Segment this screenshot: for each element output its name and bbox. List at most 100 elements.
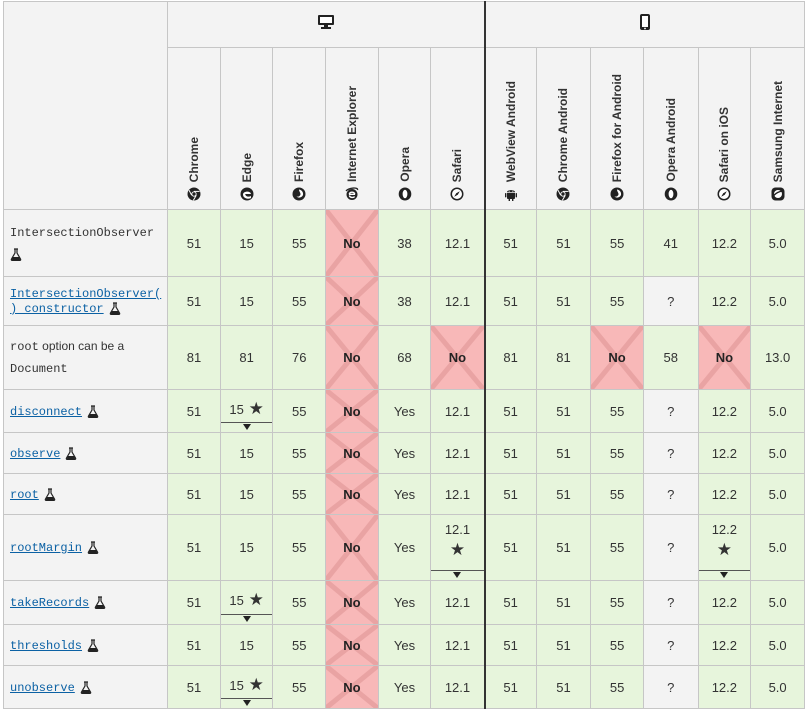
- support-cell-opera-android: 41: [642, 209, 699, 277]
- support-cell-samsung-internet: 13.0: [750, 325, 805, 390]
- support-value: No: [343, 350, 361, 365]
- support-value: No: [448, 350, 467, 365]
- support-value: 55: [609, 403, 625, 419]
- support-value: 51: [186, 637, 202, 653]
- browser-header-chrome-android: Chrome Android: [535, 47, 592, 210]
- support-value: 55: [609, 540, 625, 555]
- support-cell-edge: 15: [219, 209, 274, 277]
- support-cell-webview-android: 51: [483, 276, 537, 326]
- feature-link[interactable]: disconnect: [10, 405, 82, 419]
- feature-link[interactable]: thresholds: [10, 639, 82, 653]
- support-cell-edge[interactable]: 15 ★: [219, 580, 274, 625]
- table-row: root option can be a Document 81 81 76 No 68 No…: [2, 325, 805, 390]
- browser-name: Opera Android: [663, 98, 678, 182]
- support-value: 55: [609, 595, 625, 610]
- experimental-flask-icon: [87, 639, 99, 652]
- support-value: 55: [609, 293, 625, 309]
- support-cell-edge: 15: [219, 276, 274, 326]
- support-value: 5.0: [768, 235, 787, 251]
- support-cell-samsung-internet: 5.0: [750, 624, 805, 666]
- feature-link[interactable]: root: [10, 488, 39, 502]
- android-icon: [504, 190, 517, 201]
- support-value: 51: [186, 445, 202, 461]
- table-row: observe 51 15 55 No Yes 12.1 51 51 55? 12.2 5.0: [2, 432, 805, 474]
- feature-link[interactable]: rootMargin: [10, 541, 82, 555]
- browser-name: Safari on iOS: [717, 106, 732, 182]
- feature-link[interactable]: observe: [10, 447, 60, 461]
- experimental-flask-icon: [10, 248, 22, 261]
- support-cell-opera-android: ?: [642, 473, 699, 515]
- support-value: 51: [186, 403, 202, 419]
- support-value: 81: [556, 350, 571, 365]
- support-cell-safari-on-ios: 12.2: [697, 432, 752, 474]
- feature-link-line2: ) constructor: [10, 302, 104, 316]
- feature-text: option can be a: [38, 339, 125, 353]
- notes-toggle[interactable]: [220, 422, 273, 432]
- browser-name: Firefox: [292, 141, 307, 182]
- support-cell-firefox-for-android: 55: [590, 624, 644, 666]
- support-cell-opera: Yes: [377, 580, 432, 625]
- opera-icon: [664, 187, 678, 201]
- support-value: ?: [667, 637, 675, 653]
- support-value: 12.1: [444, 522, 471, 537]
- browser-header-edge: Edge: [219, 47, 274, 210]
- support-cell-firefox-for-android: 55: [590, 473, 644, 515]
- feature-link[interactable]: IntersectionObserver() constructor: [10, 287, 161, 316]
- support-cell-chrome: 51: [167, 276, 221, 326]
- feature-link[interactable]: takeRecords: [10, 596, 89, 610]
- support-value: 12.2: [711, 595, 738, 610]
- browser-header-firefox-for-android: Firefox for Android: [590, 47, 644, 210]
- compat-table: Chrome Edge Firefox Internet Explorer Opera S…: [2, 1, 805, 709]
- support-value: 12.1: [444, 595, 471, 610]
- support-value: 55: [292, 540, 307, 555]
- feature-name-cell: thresholds: [2, 624, 169, 666]
- platform-desktop: [167, 1, 486, 48]
- support-value: 12.1: [444, 637, 471, 653]
- browser-name: WebView Android: [503, 80, 518, 182]
- support-value: No: [608, 350, 626, 365]
- support-cell-samsung-internet: 5.0: [750, 580, 805, 625]
- support-cell-firefox-for-android: 55: [590, 209, 644, 277]
- support-value: No: [343, 679, 361, 695]
- support-value: 51: [556, 445, 571, 461]
- support-value: 12.2: [711, 235, 738, 251]
- support-cell-internet-explorer: No: [325, 389, 379, 433]
- browser-name: Edge: [239, 152, 254, 182]
- table-row: IntersectionObserver 51 15 55 No 38 12.1 51 51 55…: [2, 209, 805, 277]
- support-cell-edge[interactable]: 15 ★: [219, 389, 274, 433]
- support-cell-samsung-internet: 5.0: [750, 514, 805, 581]
- support-value: 55: [292, 235, 307, 251]
- support-value: 55: [609, 486, 625, 502]
- support-cell-safari-on-ios[interactable]: 12.2 ★: [697, 514, 752, 581]
- notes-toggle[interactable]: [431, 570, 484, 580]
- support-cell-firefox-for-android: 55: [590, 665, 644, 709]
- support-cell-opera-android: ?: [642, 432, 699, 474]
- support-value: 55: [292, 679, 307, 695]
- support-cell-firefox: 55: [272, 624, 327, 666]
- notes-toggle[interactable]: [220, 614, 273, 624]
- note-star-icon: ★: [716, 540, 732, 559]
- triangle-down-icon: [453, 572, 462, 578]
- feature-name-cell: unobserve: [2, 665, 169, 709]
- support-value: No: [715, 350, 734, 365]
- support-cell-webview-android: 51: [483, 665, 537, 709]
- support-value: ?: [667, 403, 675, 419]
- support-cell-internet-explorer: No: [325, 276, 379, 326]
- support-cell-internet-explorer: No: [325, 209, 379, 277]
- support-value: 55: [609, 637, 625, 653]
- support-cell-chrome: 51: [167, 389, 221, 433]
- support-cell-firefox-for-android: 55: [590, 432, 644, 474]
- support-cell-firefox-for-android: 55: [590, 514, 644, 581]
- support-value: 5.0: [768, 445, 787, 461]
- experimental-flask-icon: [44, 488, 56, 501]
- notes-toggle[interactable]: [698, 570, 751, 580]
- notes-toggle[interactable]: [220, 698, 273, 708]
- support-value: ?: [667, 540, 675, 555]
- support-cell-safari[interactable]: 12.1 ★: [430, 514, 486, 581]
- support-value: ?: [667, 486, 675, 502]
- support-value: Yes: [393, 595, 416, 610]
- support-cell-opera-android: ?: [642, 624, 699, 666]
- support-cell-edge[interactable]: 15 ★: [219, 665, 274, 709]
- support-value: 12.1: [444, 486, 471, 502]
- feature-link[interactable]: unobserve: [10, 681, 75, 695]
